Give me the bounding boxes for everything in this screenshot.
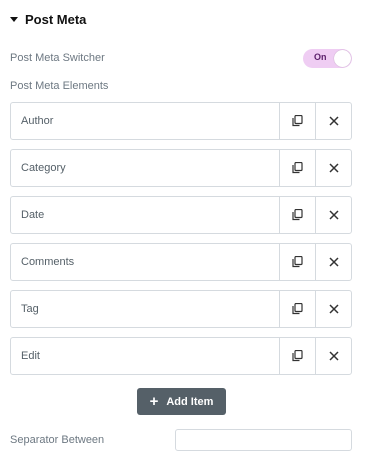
repeater-item-title[interactable]: Tag (11, 291, 279, 327)
close-icon (328, 163, 339, 173)
separator-input[interactable] (175, 429, 352, 451)
close-icon (328, 210, 339, 220)
separator-label: Separator Between (10, 434, 105, 446)
add-item-button[interactable]: + Add Item (137, 388, 226, 415)
remove-button[interactable] (315, 291, 351, 327)
duplicate-icon (292, 350, 303, 362)
duplicate-icon (292, 303, 303, 315)
repeater-item-title[interactable]: Date (11, 197, 279, 233)
duplicate-icon (292, 209, 303, 221)
post-meta-switcher-toggle[interactable]: On (303, 48, 352, 68)
caret-down-icon (10, 16, 18, 22)
duplicate-button[interactable] (279, 244, 315, 280)
duplicate-button[interactable] (279, 103, 315, 139)
duplicate-button[interactable] (279, 291, 315, 327)
repeater-item: Date (10, 196, 352, 234)
repeater-item-title[interactable]: Edit (11, 338, 279, 374)
close-icon (328, 257, 339, 267)
close-icon (328, 351, 339, 361)
repeater-item: Category (10, 149, 352, 187)
section-title: Post Meta (25, 11, 87, 27)
repeater-item: Comments (10, 243, 352, 281)
repeater-item-title[interactable]: Author (11, 103, 279, 139)
duplicate-button[interactable] (279, 150, 315, 186)
separator-row: Separator Between (10, 429, 352, 451)
duplicate-icon (292, 115, 303, 127)
close-icon (328, 304, 339, 314)
duplicate-button[interactable] (279, 338, 315, 374)
post-meta-elements-repeater: Author Category Date Comments Tag Edit (10, 102, 352, 384)
switcher-label: Post Meta Switcher (10, 52, 105, 64)
remove-button[interactable] (315, 103, 351, 139)
duplicate-icon (292, 256, 303, 268)
repeater-item: Tag (10, 290, 352, 328)
post-meta-switcher-row: Post Meta Switcher On (10, 48, 352, 68)
section-toggle[interactable]: Post Meta (10, 9, 86, 29)
repeater-item-title[interactable]: Category (11, 150, 279, 186)
duplicate-button[interactable] (279, 197, 315, 233)
toggle-knob (334, 49, 351, 67)
remove-button[interactable] (315, 150, 351, 186)
remove-button[interactable] (315, 197, 351, 233)
remove-button[interactable] (315, 338, 351, 374)
toggle-state-text: On (314, 51, 327, 62)
elements-label: Post Meta Elements (10, 80, 109, 92)
repeater-item: Edit (10, 337, 352, 375)
repeater-item: Author (10, 102, 352, 140)
repeater-item-title[interactable]: Comments (11, 244, 279, 280)
add-item-label: Add Item (166, 395, 214, 408)
plus-icon: + (149, 393, 159, 410)
remove-button[interactable] (315, 244, 351, 280)
duplicate-icon (292, 162, 303, 174)
close-icon (328, 116, 339, 126)
